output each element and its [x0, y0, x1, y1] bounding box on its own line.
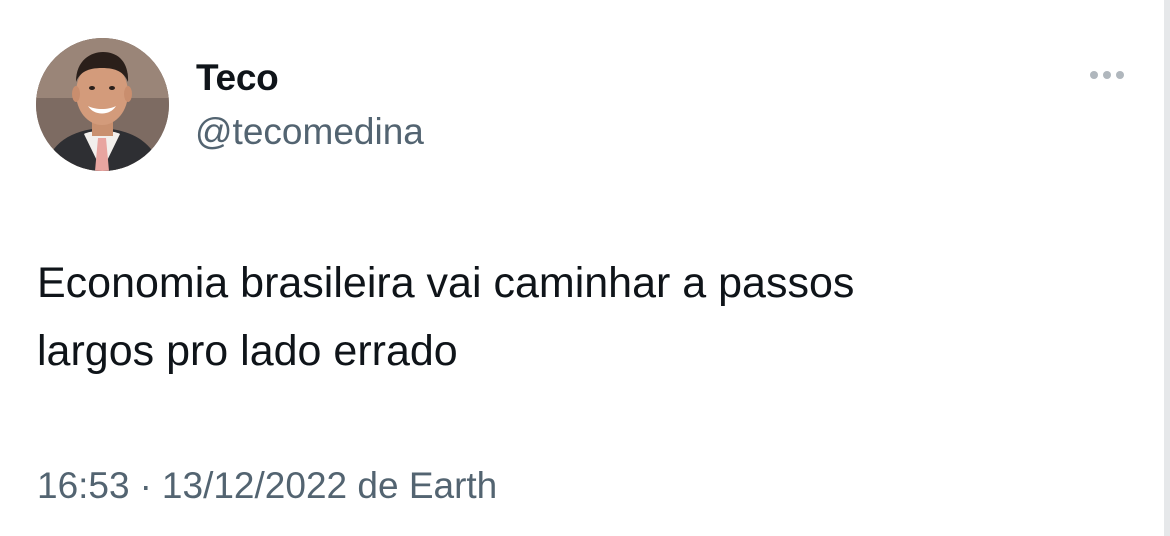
tweet-text: Economia brasileira vai caminhar a passo…	[37, 249, 1117, 385]
more-horizontal-icon-dot	[1103, 71, 1111, 79]
tweet-text-line: largos pro lado errado	[37, 327, 458, 375]
tweet-time[interactable]: 16:53	[37, 465, 130, 506]
avatar[interactable]	[36, 38, 169, 171]
more-horizontal-icon-dot	[1116, 71, 1124, 79]
scrollbar-track[interactable]	[1164, 0, 1170, 536]
tweet-metadata: 16:53 · 13/12/2022 de Earth	[37, 462, 497, 510]
avatar-photo	[36, 38, 169, 171]
tweet-text-line: Economia brasileira vai caminhar a passo…	[37, 259, 855, 307]
author-display-name[interactable]: Teco	[196, 54, 279, 102]
source-prefix: de	[357, 465, 399, 506]
meta-separator: ·	[139, 465, 152, 506]
more-horizontal-icon	[1090, 71, 1098, 79]
tweet-date[interactable]: 13/12/2022	[162, 465, 347, 506]
tweet-source[interactable]: Earth	[409, 465, 497, 506]
tweet-card: Teco @tecomedina Economia brasileira vai…	[0, 0, 1170, 536]
more-options-button[interactable]	[1080, 60, 1134, 90]
author-handle[interactable]: @tecomedina	[195, 108, 424, 156]
